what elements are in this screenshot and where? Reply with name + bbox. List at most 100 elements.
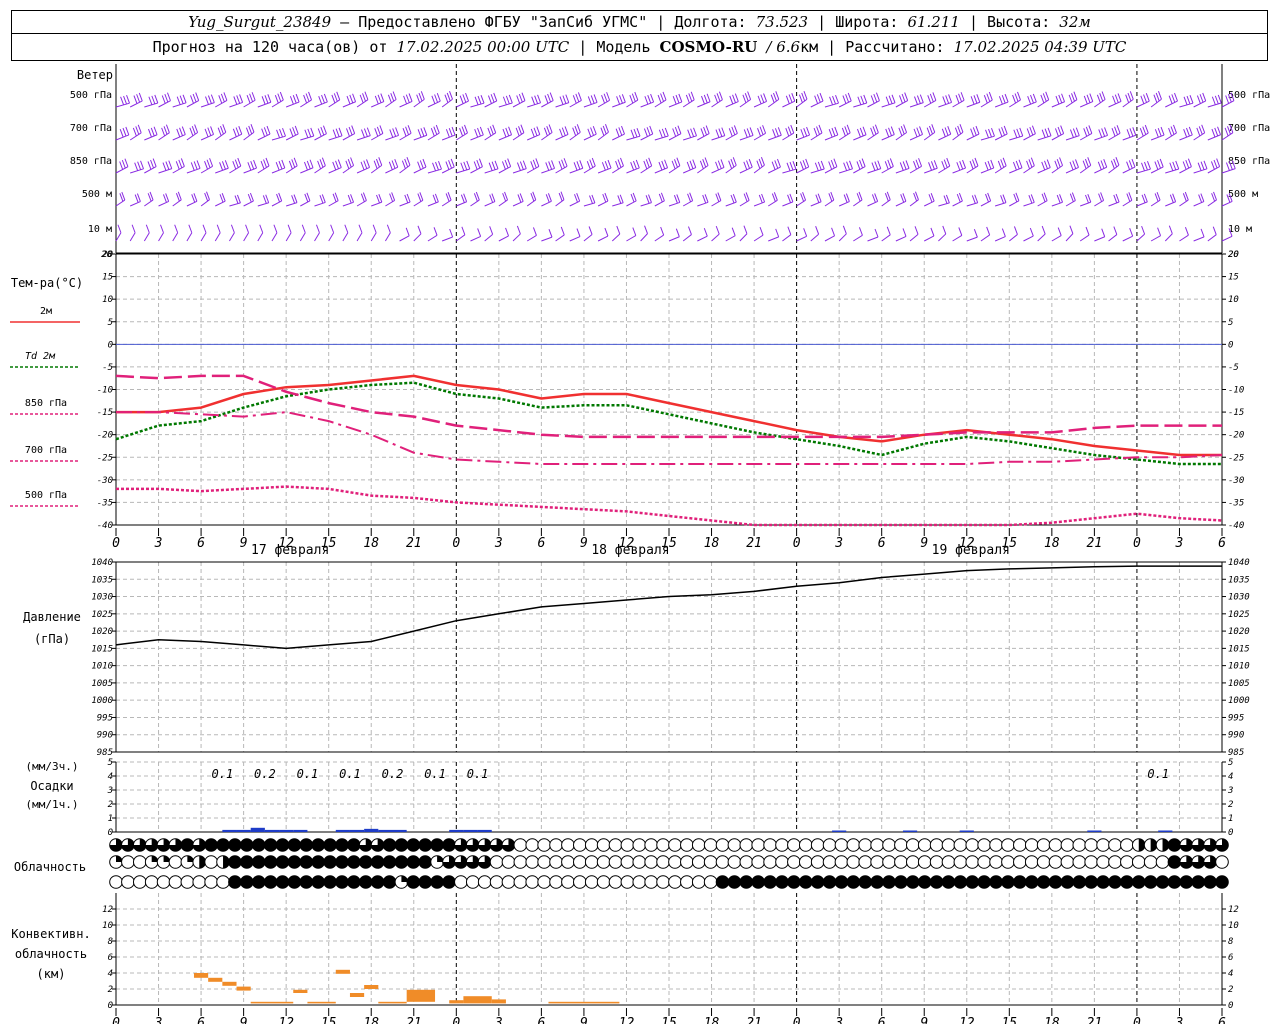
cloud-symbol-circle: [882, 855, 896, 869]
wind-barb: [342, 125, 356, 141]
wind-barb-flag: [572, 127, 577, 136]
convective-ytick-label-left: 2: [108, 985, 113, 995]
wind-barb-flag: [267, 94, 272, 103]
wind-barb: [1009, 127, 1024, 141]
wind-barb-flag: [1030, 157, 1035, 166]
wind-barb-shaft: [1023, 201, 1035, 207]
wind-barb-flag: [971, 195, 976, 204]
wind-barb-flag: [489, 226, 494, 235]
wind-barb-flag: [508, 126, 513, 135]
wind-barb-flag: [998, 96, 1003, 105]
cloud-symbol: [454, 838, 468, 852]
wind-barb-flag: [721, 127, 726, 136]
wind-barb-flag: [1044, 128, 1049, 137]
wind-barb-flag: [522, 160, 527, 169]
cloud-symbol: [299, 855, 314, 869]
cloud-symbol-circle: [323, 855, 337, 869]
cloud-symbol-circle: [1120, 875, 1134, 889]
cloud-symbol: [573, 838, 587, 852]
wind-barb-flag: [432, 194, 437, 203]
wind-barb-shaft: [583, 202, 596, 207]
wind-barb-flag: [320, 126, 325, 136]
wind-barb-flag: [123, 95, 128, 105]
wind-barb-flag: [834, 126, 839, 136]
wind-barb-flag: [350, 194, 355, 203]
wind-barb-flag: [856, 161, 861, 170]
convective-ytick-label-right: 10: [1228, 921, 1239, 931]
wind-barb-flag: [294, 125, 299, 135]
wind-barb-flag: [930, 161, 935, 170]
wind-barb: [527, 94, 542, 108]
wind-barb-flag: [575, 93, 580, 103]
wind-barb-flag: [395, 127, 400, 136]
wind-barb-flag: [305, 93, 310, 102]
wind-barb-flag: [587, 128, 592, 137]
cloud-symbol-circle: [989, 855, 1003, 869]
wind-barb-flag: [789, 161, 794, 171]
cloud-symbol-circle: [1155, 875, 1170, 889]
temp-xtick-label: 0: [452, 536, 460, 551]
wind-barb-flag: [344, 224, 349, 233]
cloud-symbol: [465, 838, 480, 852]
wind-barb-flag: [279, 91, 284, 101]
cloud-symbol-circle: [537, 855, 551, 869]
wind-barb-flag: [450, 158, 455, 168]
wind-barb: [286, 194, 298, 207]
wind-barb: [1150, 91, 1162, 108]
wind-barb-shaft: [129, 232, 136, 242]
convective-xtick-label: 18: [363, 1016, 379, 1024]
cloud-symbol-circle: [1060, 855, 1075, 869]
wind-barb: [768, 228, 780, 242]
wind-barb-shaft: [441, 236, 453, 242]
wind-barb: [1150, 126, 1165, 141]
wind-barb-flag: [969, 160, 974, 170]
wind-barb-flag: [918, 158, 923, 167]
wind-barb-shaft: [1179, 234, 1189, 242]
cloud-symbol: [798, 855, 813, 869]
cloud-symbol-circle: [798, 838, 813, 852]
cloud-symbol-circle: [715, 838, 730, 852]
wind-barb: [555, 158, 568, 174]
wind-barb-flag: [479, 126, 484, 136]
wind-barb-flag: [150, 127, 155, 137]
wind-barb: [229, 194, 241, 207]
wind-barb-flag: [948, 94, 953, 103]
cloud-symbol: [156, 875, 171, 889]
cloud-symbol-circle: [929, 855, 944, 869]
temp-ytick-label-right: 15: [1228, 273, 1239, 283]
cloud-symbol: [905, 875, 920, 889]
wind-barb-flag: [1004, 93, 1009, 103]
wind-barb-flag: [478, 158, 483, 167]
wind-barb: [824, 94, 839, 108]
wind-barb: [1136, 193, 1148, 207]
wind-barb-flag: [249, 93, 254, 102]
wind-barb-flag: [279, 128, 283, 138]
wind-barb-flag: [191, 125, 196, 135]
wind-barb-shaft: [1136, 201, 1148, 207]
wind-barb-shaft: [498, 199, 508, 207]
wind-barb-flag: [943, 195, 948, 204]
wind-barb: [356, 192, 367, 207]
wind-barb-flag: [604, 160, 609, 170]
wind-barb-flag: [617, 195, 622, 204]
wind-barb-flag: [872, 126, 877, 135]
cloud-symbol-circle: [251, 875, 266, 889]
wind-barb: [697, 93, 711, 108]
wind-barb-flag: [565, 94, 570, 103]
wind-barb-flag: [705, 125, 710, 134]
cloud-symbol-circle: [929, 875, 944, 889]
temp-day-label: 17 февраля: [251, 543, 329, 558]
cloud-symbol-circle: [632, 855, 647, 869]
wind-barb-flag: [1159, 158, 1164, 168]
wind-barb-flag: [364, 91, 369, 100]
cloud-symbol: [1048, 838, 1063, 852]
wind-barb-flag: [530, 161, 535, 170]
wind-barb-flag: [731, 227, 736, 236]
cloud-symbol: [228, 838, 242, 852]
wind-barb: [314, 93, 328, 108]
wind-barb-flag: [743, 129, 748, 138]
wind-barb-flag: [748, 159, 753, 168]
cloud-symbol: [775, 875, 789, 889]
cloud-symbol: [953, 855, 968, 869]
wind-barb-flag: [601, 95, 606, 104]
